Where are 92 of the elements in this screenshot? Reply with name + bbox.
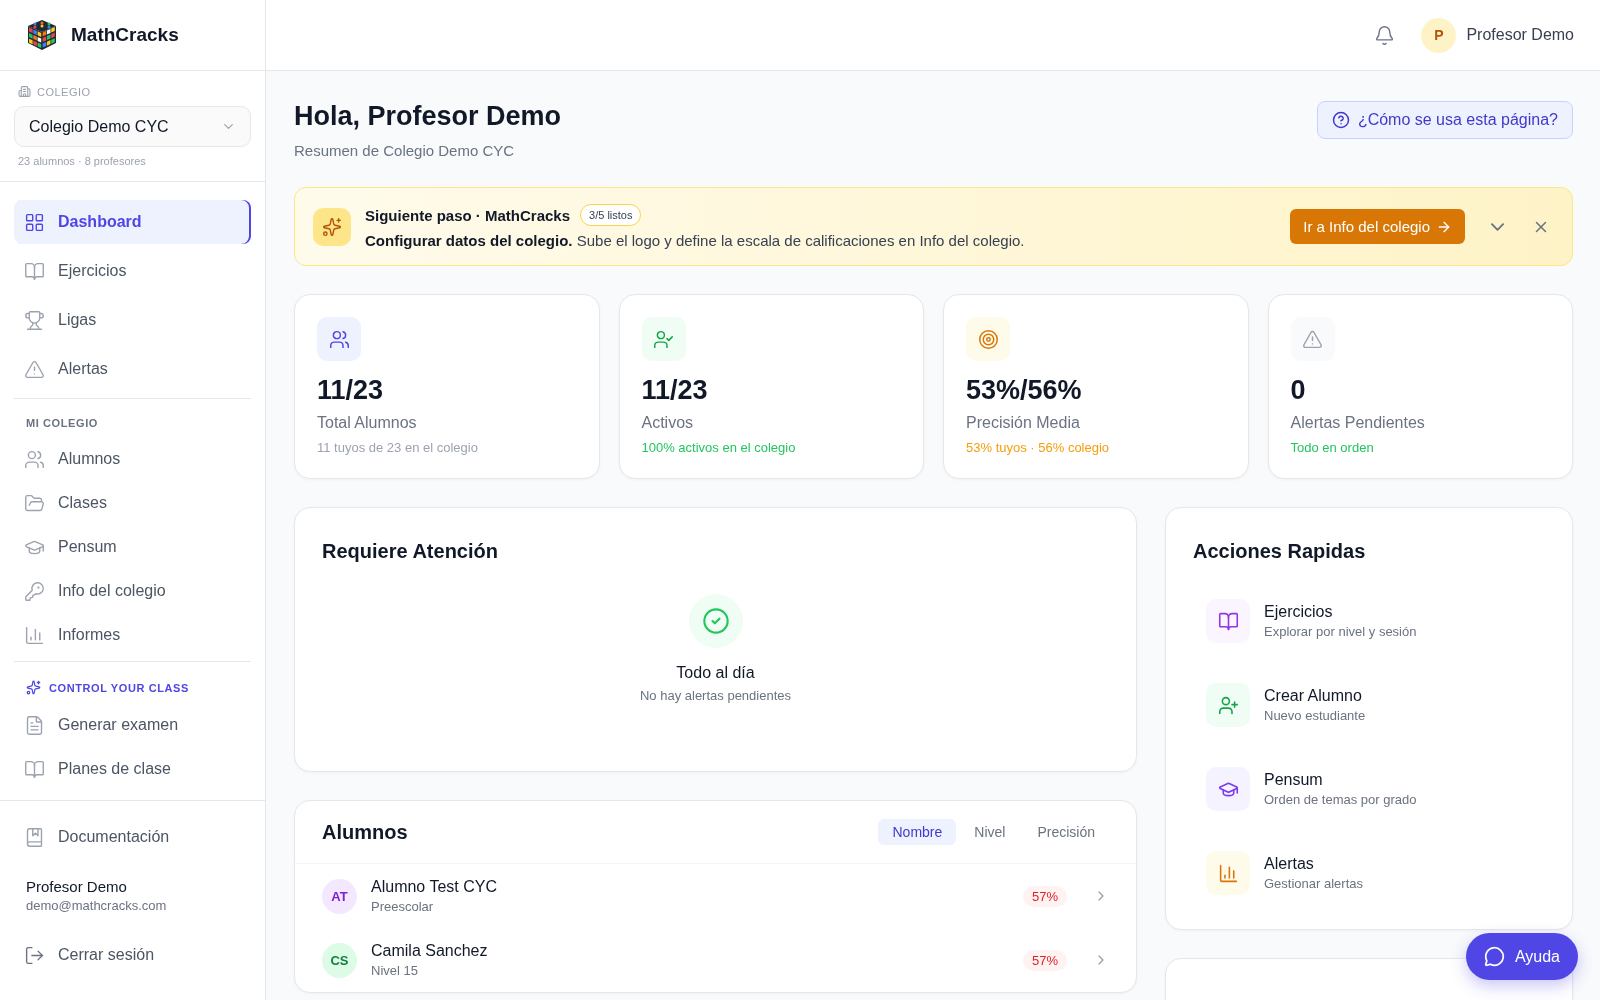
user-name: Profesor Demo (1466, 26, 1574, 44)
stat-note: 53% tuyos · 56% colegio (966, 440, 1111, 455)
trophy-icon (24, 309, 45, 331)
section-title: MI COLEGIO (26, 417, 98, 429)
stat-label: Activos (641, 414, 695, 432)
nav-item[interactable]: Dashboard (14, 200, 251, 244)
help-button[interactable]: ¿Cómo se usa esta página? (1316, 101, 1573, 139)
school-meta: 23 alumnos · 8 profesores (17, 155, 147, 167)
cube-logo-icon (25, 18, 59, 52)
nav-item[interactable]: Clases (14, 483, 251, 523)
user-avatar: P (1421, 17, 1457, 53)
nav-item[interactable]: Planes de clase (14, 749, 251, 789)
student-avatar: CS (322, 942, 357, 978)
user-plus-icon (1206, 683, 1250, 727)
stat-value: 11/23 (641, 375, 709, 406)
student-avatar: AT (322, 878, 357, 914)
quick-action[interactable]: Pensum Orden de temas por grado (1193, 753, 1545, 825)
notifications-button[interactable] (1374, 24, 1396, 46)
user-email: demo@mathcracks.com (26, 898, 168, 913)
users-icon (317, 317, 361, 361)
stat-label: Alertas Pendientes (1290, 414, 1426, 432)
bar-chart-icon (1206, 851, 1250, 895)
nav-item[interactable]: Ejercicios (14, 249, 251, 293)
brand-name: MathCracks (71, 24, 179, 46)
card-title: Acciones Rapidas (1193, 540, 1367, 563)
nav-item[interactable]: Alumnos (14, 439, 251, 479)
stat-note: Todo en orden (1290, 440, 1375, 455)
banner-title: Siguiente paso · MathCracks (365, 206, 571, 224)
sparkles-icon (313, 207, 351, 246)
users-icon (24, 448, 45, 470)
user-name: Profesor Demo (26, 878, 128, 895)
sparkles-icon (26, 680, 41, 695)
logout-icon (24, 944, 45, 966)
empty-title: Todo al día (676, 663, 755, 682)
stat-value: 0 (1290, 375, 1307, 406)
warning-icon (24, 358, 45, 380)
score-badge: 57% (1022, 949, 1067, 971)
sort-tab[interactable]: Precisión (1023, 819, 1109, 845)
stat-value: 53%/56% (966, 375, 1083, 406)
student-name: Alumno Test CYC (371, 878, 498, 896)
stat-note: 100% activos en el colegio (641, 440, 797, 455)
page-subtitle: Resumen de Colegio Demo CYC (294, 142, 516, 159)
bookmark-book-icon (24, 826, 45, 848)
score-badge: 57% (1022, 885, 1067, 907)
book-icon (24, 758, 45, 780)
expand-button[interactable] (1491, 222, 1504, 231)
book-icon (1206, 599, 1250, 643)
banner-text: Configurar datos del colegio. Sube el logo y define la escala de calificaciones en Info del colegio. (365, 232, 1026, 249)
page-title: Hola, Profesor Demo (294, 101, 562, 132)
quick-action[interactable]: Alertas Gestionar alertas (1193, 837, 1545, 909)
bar-chart-icon (24, 624, 45, 646)
chevron-down-icon (1491, 222, 1504, 231)
empty-note: No hay alertas pendientes (639, 687, 791, 703)
help-chat-button[interactable]: Ayuda (1465, 933, 1578, 980)
key-icon (24, 580, 45, 602)
bell-icon (1374, 24, 1396, 46)
folder-icon (24, 492, 45, 514)
stat-value: 11/23 (317, 375, 385, 406)
document-icon (24, 714, 45, 736)
quick-action[interactable]: Ejercicios Explorar por nivel y sesión (1193, 585, 1545, 657)
sort-tab[interactable]: Nivel (960, 819, 1020, 845)
sort-tab[interactable]: Nombre (878, 819, 957, 845)
warning-icon (1290, 317, 1335, 361)
student-name: Camila Sanchez (371, 942, 489, 960)
nav-item[interactable]: Alertas (14, 347, 251, 391)
grid-icon (24, 211, 45, 233)
card-title: Requiere Atención (322, 540, 499, 563)
section-label: COLEGIO (37, 85, 91, 98)
stat-label: Total Alumnos (317, 414, 418, 432)
building-icon (18, 85, 31, 98)
student-level: Nivel 15 (371, 963, 419, 978)
target-icon (966, 317, 1010, 361)
school-select[interactable]: Colegio Demo CYC (14, 106, 251, 147)
user-check-icon (641, 317, 686, 361)
nav-item[interactable]: Generar examen (14, 705, 251, 745)
nav-item[interactable]: Ligas (14, 298, 251, 342)
nav-item[interactable]: Informes (14, 615, 251, 655)
help-icon (1331, 111, 1350, 129)
nav-item[interactable]: Info del colegio (14, 571, 251, 611)
nav-item[interactable]: Pensum (14, 527, 251, 567)
logout-button[interactable]: Cerrar sesión (14, 933, 251, 977)
nav-item[interactable]: Documentación (14, 815, 251, 859)
graduation-cap-icon (1206, 767, 1250, 811)
section-title: CONTROL YOUR CLASS (49, 681, 189, 694)
student-level: Preescolar (371, 899, 435, 914)
stat-note: 11 tuyos de 23 en el colegio (317, 440, 479, 455)
chat-icon (1483, 946, 1505, 967)
stat-label: Precisión Media (966, 414, 1081, 432)
progress-badge: 3/5 listos (580, 204, 642, 226)
book-icon (24, 260, 45, 282)
card-title: Alumnos (322, 820, 408, 844)
quick-action[interactable]: Crear Alumno Nuevo estudiante (1193, 669, 1545, 741)
